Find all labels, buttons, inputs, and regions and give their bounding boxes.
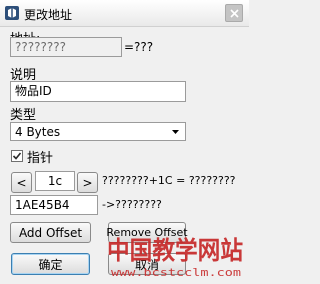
add-offset-button[interactable]: Add Offset [10, 222, 91, 243]
ok-button[interactable]: 确定 [11, 253, 90, 275]
offset-prev-button[interactable]: < [11, 172, 32, 193]
type-label: 类型 [10, 108, 37, 123]
title-bar[interactable]: 更改地址 [0, 0, 249, 27]
offset-next-button[interactable]: > [77, 172, 98, 193]
type-select[interactable]: 4 Bytes [10, 122, 186, 141]
address-field: ???????? [10, 37, 122, 57]
pointer-checkbox[interactable] [11, 150, 23, 162]
close-icon [229, 8, 239, 18]
ok-label: 确定 [38, 257, 63, 272]
chevron-down-icon [172, 130, 179, 134]
remove-offset-button[interactable]: Remove Offset [106, 222, 188, 243]
base-address-input[interactable]: 1AE45B4 [10, 195, 98, 215]
offset-next-label: > [82, 175, 93, 190]
offset-input[interactable]: 1c [35, 171, 75, 191]
window-title: 更改地址 [24, 8, 73, 22]
type-selected-value: 4 Bytes [15, 125, 61, 139]
description-input[interactable]: 物品ID [10, 81, 186, 102]
close-button[interactable] [225, 4, 243, 22]
cancel-button[interactable]: 取消 [108, 253, 186, 275]
remove-offset-label: Remove Offset [106, 226, 188, 239]
add-offset-label: Add Offset [18, 225, 83, 240]
pointer-label: 指针 [27, 151, 54, 166]
address-result: =??? [124, 40, 154, 54]
offset-result: ????????+1C = ???????? [102, 174, 236, 187]
offset-prev-label: < [16, 175, 27, 190]
change-address-dialog: 更改地址 地址: ???????? =??? 说明 物品ID 类型 4 Byte… [0, 0, 249, 284]
app-icon [5, 6, 19, 20]
checkmark-icon [12, 152, 22, 160]
cancel-label: 取消 [134, 257, 159, 272]
base-address-result: ->???????? [102, 198, 162, 211]
